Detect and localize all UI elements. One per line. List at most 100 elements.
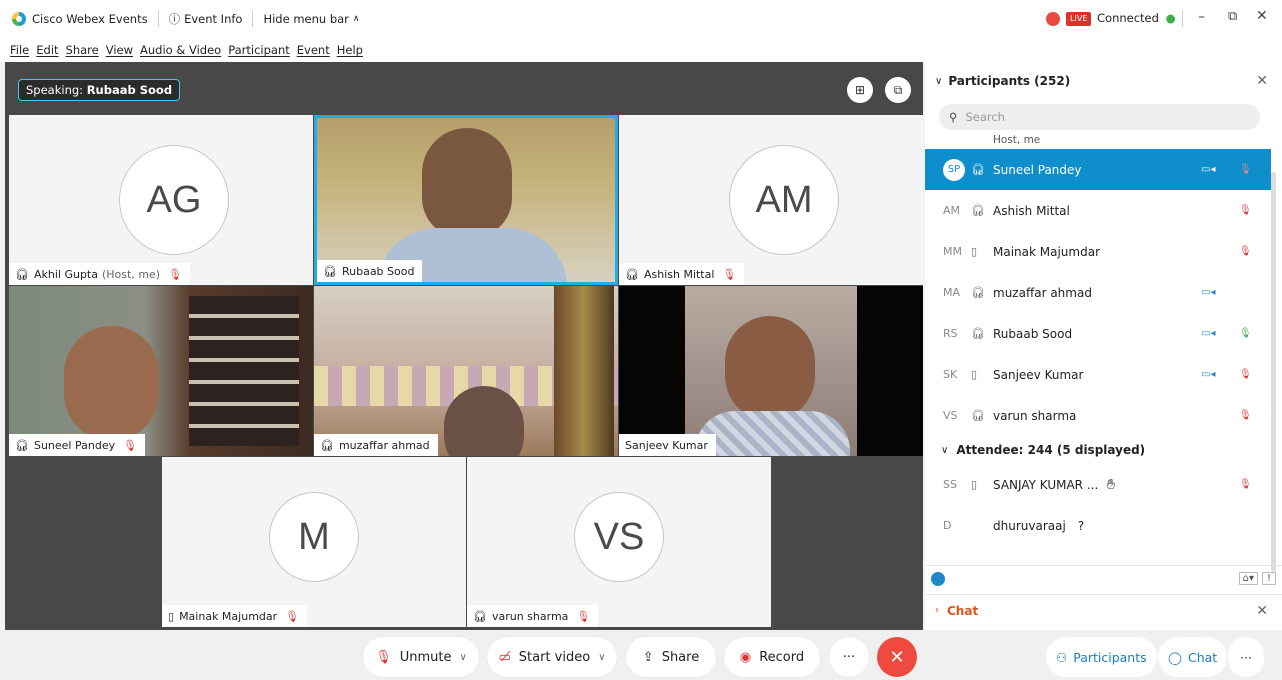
mic-muted-icon: 🎙︎ bbox=[285, 609, 300, 623]
video-tile[interactable]: M ▯ Mainak Majumdar 🎙︎ bbox=[162, 457, 466, 627]
chevron-down-icon: ∨ bbox=[941, 444, 949, 456]
attendee-row[interactable]: D dhuruvaraaj ? bbox=[925, 505, 1271, 546]
participant-name: dhuruvaraaj bbox=[993, 518, 1066, 533]
participant-row[interactable]: SP 🎧︎ Suneel Pandey ▭◂ 🎙︎ bbox=[925, 149, 1271, 190]
participant-initials: SS bbox=[943, 478, 957, 491]
record-button[interactable]: ◉ Record bbox=[724, 637, 820, 677]
hide-menu-bar-button[interactable]: Hide menu bar ∧ bbox=[263, 12, 359, 26]
avatar: AG bbox=[119, 145, 229, 255]
mic-on-icon: 🎙︎ bbox=[1239, 328, 1252, 339]
chat-button[interactable]: ◯ Chat bbox=[1158, 637, 1228, 677]
avatar: VS bbox=[574, 492, 664, 582]
chevron-down-icon: ∨ bbox=[935, 75, 943, 87]
mic-muted-icon: 🎙︎ bbox=[1239, 410, 1252, 421]
more-icon: ··· bbox=[1240, 649, 1252, 665]
participants-panel: ∨ Participants (252) ✕ ⚲ Search Host, me… bbox=[925, 62, 1282, 630]
tile-nameplate: ▯ Mainak Majumdar 🎙︎ bbox=[162, 605, 308, 627]
tile-nameplate: 🎧︎ Ashish Mittal 🎙︎ bbox=[619, 263, 745, 285]
lower-hand-icon[interactable]: ⌂▾ bbox=[1238, 572, 1258, 585]
tile-name: Mainak Majumdar bbox=[179, 609, 278, 623]
search-icon: ⚲ bbox=[949, 110, 958, 124]
chevron-down-icon: ∨ bbox=[459, 651, 467, 663]
video-tile[interactable]: VS 🎧︎ varun sharma 🎙︎ bbox=[467, 457, 771, 627]
more-button[interactable]: ··· bbox=[1228, 637, 1264, 677]
bookshelf bbox=[189, 296, 299, 446]
share-button[interactable]: ⇪ Share bbox=[626, 637, 716, 677]
more-options-button[interactable]: ··· bbox=[829, 637, 869, 677]
attendee-row[interactable]: SS ▯ SANJAY KUMAR ... ✋︎ 🎙︎ bbox=[925, 464, 1271, 505]
more-icon[interactable]: ! bbox=[1261, 572, 1276, 585]
menu-file[interactable]: File bbox=[10, 43, 29, 57]
participant-row[interactable]: SK ▯ Sanjeev Kumar ▭◂ 🎙︎ bbox=[925, 354, 1271, 395]
chevron-right-icon: › bbox=[935, 605, 939, 616]
minimize-icon[interactable]: – bbox=[1198, 9, 1205, 25]
video-tile[interactable]: AM 🎧︎ Ashish Mittal 🎙︎ bbox=[619, 115, 923, 285]
menu-share[interactable]: Share bbox=[66, 43, 99, 57]
participant-initials: D bbox=[943, 519, 952, 532]
chat-bubble-icon: ◯ bbox=[1168, 649, 1182, 665]
camera-icon: ▭◂ bbox=[1201, 287, 1216, 298]
end-meeting-button[interactable]: ✕ bbox=[877, 637, 917, 677]
menu-bar: File Edit Share View Audio & Video Parti… bbox=[0, 38, 1282, 62]
video-tile-active[interactable]: 🎧︎ Rubaab Sood bbox=[314, 115, 618, 285]
headset-icon: 🎧︎ bbox=[473, 609, 487, 623]
record-label: Record bbox=[759, 649, 805, 665]
search-input[interactable]: ⚲ Search bbox=[939, 104, 1260, 130]
participants-header[interactable]: ∨ Participants (252) ✕ bbox=[925, 62, 1282, 100]
attendee-section-header[interactable]: ∨ Attendee: 244 (5 displayed) bbox=[925, 436, 1271, 464]
participants-title: Participants (252) bbox=[948, 74, 1071, 88]
menu-audio-video[interactable]: Audio & Video bbox=[140, 43, 221, 57]
start-video-button[interactable]: ▭̸ Start video ∨ bbox=[487, 637, 617, 677]
status-globe-icon[interactable] bbox=[931, 571, 945, 586]
event-info-button[interactable]: ⓘ Event Info bbox=[169, 11, 243, 27]
curtain-side bbox=[554, 286, 614, 456]
app-title: Cisco Webex Events bbox=[0, 12, 148, 26]
tile-name: Sanjeev Kumar bbox=[625, 438, 708, 452]
menu-help[interactable]: Help bbox=[337, 43, 363, 57]
menu-edit[interactable]: Edit bbox=[36, 43, 58, 57]
menu-view[interactable]: View bbox=[106, 43, 133, 57]
participant-row[interactable]: VS 🎧︎ varun sharma 🎙︎ bbox=[925, 395, 1271, 436]
person-head bbox=[64, 326, 159, 441]
mic-muted-icon: 🎙︎ bbox=[1239, 164, 1252, 175]
person-head bbox=[422, 128, 512, 238]
menu-participant[interactable]: Participant bbox=[228, 43, 290, 57]
video-tile[interactable]: 🎧︎ Suneel Pandey 🎙︎ bbox=[9, 286, 313, 456]
video-tile[interactable]: Sanjeev Kumar bbox=[619, 286, 923, 456]
close-icon[interactable]: ✕ bbox=[1256, 603, 1268, 619]
headset-icon: 🎧︎ bbox=[971, 204, 985, 217]
headset-icon: 🎧︎ bbox=[971, 327, 985, 340]
record-indicator-icon bbox=[1046, 12, 1060, 26]
popout-button[interactable]: ⧉ bbox=[885, 77, 911, 103]
mic-muted-icon: 🎙︎ bbox=[375, 649, 392, 665]
divider bbox=[252, 11, 254, 27]
video-tile[interactable]: AG 🎧︎ Akhil Gupta (Host, me) 🎙︎ bbox=[9, 115, 313, 285]
restore-icon[interactable]: ⧉ bbox=[1228, 9, 1237, 24]
title-bar: Cisco Webex Events ⓘ Event Info Hide men… bbox=[0, 0, 1282, 38]
close-icon[interactable]: ✕ bbox=[1256, 73, 1268, 89]
participant-name: varun sharma bbox=[993, 408, 1077, 423]
participants-button[interactable]: ⚇ Participants bbox=[1046, 637, 1157, 677]
menu-event[interactable]: Event bbox=[297, 43, 330, 57]
close-window-icon[interactable]: ✕ bbox=[1256, 8, 1268, 24]
divider bbox=[157, 11, 159, 27]
video-feed bbox=[317, 118, 615, 282]
chevron-up-icon: ∧ bbox=[352, 14, 360, 24]
speaking-name: Rubaab Sood bbox=[86, 83, 173, 97]
tile-name: Rubaab Sood bbox=[341, 264, 415, 278]
chat-panel-header[interactable]: › Chat ✕ bbox=[925, 594, 1282, 626]
mic-muted-icon: 🎙︎ bbox=[1239, 479, 1252, 490]
tile-nameplate: 🎧︎ varun sharma 🎙︎ bbox=[467, 605, 599, 627]
participant-row[interactable]: RS 🎧︎ Rubaab Sood ▭◂ 🎙︎ bbox=[925, 313, 1271, 354]
video-tile[interactable]: 🎧︎ muzaffar ahmad bbox=[314, 286, 618, 456]
participant-row[interactable]: MA 🎧︎ muzaffar ahmad ▭◂ bbox=[925, 272, 1271, 313]
participant-row[interactable]: AM 🎧︎ Ashish Mittal 🎙︎ bbox=[925, 190, 1271, 231]
headset-icon: 🎧︎ bbox=[971, 163, 985, 176]
record-icon: ◉ bbox=[739, 649, 752, 665]
phone-icon: ▯ bbox=[971, 478, 978, 491]
mic-muted-icon: 🎙︎ bbox=[123, 438, 138, 452]
participant-row[interactable]: MM ▯ Mainak Majumdar 🎙︎ bbox=[925, 231, 1271, 272]
scrollbar[interactable] bbox=[1271, 172, 1276, 572]
unmute-button[interactable]: 🎙︎ Unmute ∨ bbox=[363, 637, 479, 677]
grid-layout-button[interactable]: ⊞ bbox=[847, 77, 873, 103]
